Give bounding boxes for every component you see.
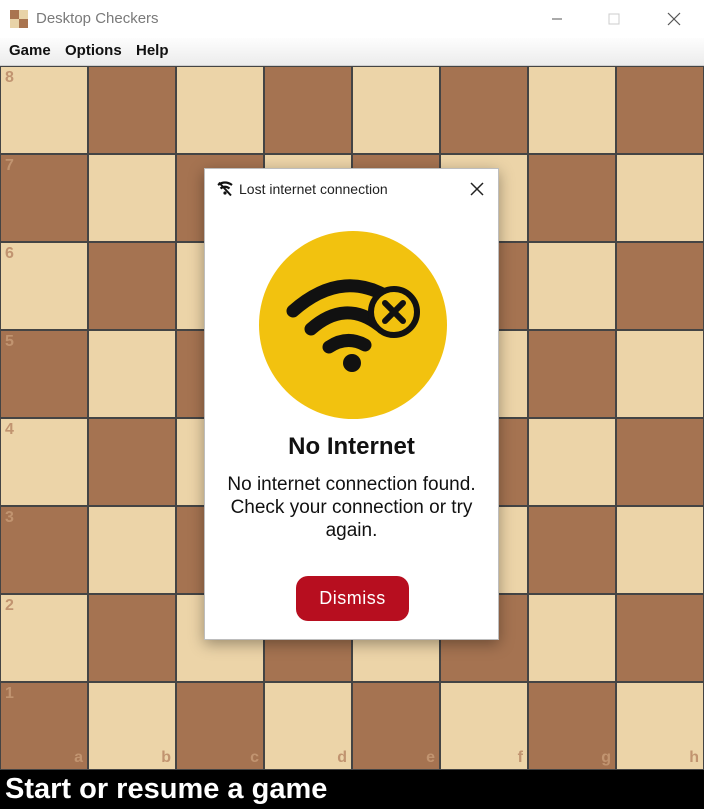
file-label: c — [250, 749, 259, 766]
dismiss-button[interactable]: Dismiss — [296, 576, 409, 621]
board-square[interactable] — [528, 418, 616, 506]
board-square[interactable]: e — [352, 682, 440, 770]
board-square[interactable]: 3 — [0, 506, 88, 594]
board-square[interactable]: f — [440, 682, 528, 770]
minimize-button[interactable] — [534, 0, 580, 38]
board-square[interactable]: 4 — [0, 418, 88, 506]
board-square[interactable] — [528, 506, 616, 594]
file-label: b — [161, 749, 171, 766]
dialog-close-icon[interactable] — [469, 181, 485, 197]
close-icon — [667, 12, 681, 26]
board-square[interactable] — [88, 242, 176, 330]
menu-options[interactable]: Options — [65, 42, 122, 59]
status-bar: Start or resume a game — [0, 770, 704, 809]
wifi-error-icon — [286, 279, 420, 372]
status-text: Start or resume a game — [5, 773, 328, 805]
board-square[interactable]: d — [264, 682, 352, 770]
board-square[interactable] — [616, 418, 704, 506]
file-label: f — [517, 749, 523, 766]
board-square[interactable] — [88, 506, 176, 594]
board-square[interactable] — [616, 594, 704, 682]
file-label: e — [426, 749, 435, 766]
board-square[interactable] — [88, 594, 176, 682]
wifi-off-icon — [217, 181, 233, 197]
board-square[interactable]: 2 — [0, 594, 88, 682]
board-square[interactable]: b — [88, 682, 176, 770]
rank-label: 3 — [5, 509, 14, 526]
file-label: a — [74, 749, 83, 766]
board-square[interactable] — [528, 242, 616, 330]
minimize-icon — [552, 18, 562, 20]
board-square[interactable] — [528, 330, 616, 418]
board-square[interactable] — [528, 594, 616, 682]
board-square[interactable] — [616, 242, 704, 330]
board-square[interactable]: 8 — [0, 66, 88, 154]
board-square[interactable] — [176, 66, 264, 154]
rank-label: 5 — [5, 333, 14, 350]
board-square[interactable] — [616, 506, 704, 594]
rank-label: 6 — [5, 245, 14, 262]
checkerboard-app-icon — [10, 10, 28, 28]
board-square[interactable]: 6 — [0, 242, 88, 330]
board-square[interactable] — [528, 66, 616, 154]
board-square[interactable] — [88, 418, 176, 506]
rank-label: 7 — [5, 157, 14, 174]
menu-bar: Game Options Help — [0, 38, 704, 66]
file-label: d — [337, 749, 347, 766]
board-square[interactable] — [616, 330, 704, 418]
file-label: g — [601, 749, 611, 766]
board-square[interactable] — [616, 66, 704, 154]
window-title: Desktop Checkers — [36, 10, 159, 27]
board-square[interactable]: 7 — [0, 154, 88, 242]
board-square[interactable] — [440, 66, 528, 154]
board-square[interactable] — [528, 154, 616, 242]
board-square[interactable]: h — [616, 682, 704, 770]
maximize-button[interactable] — [591, 0, 637, 38]
dialog-message: No internet connection found. Check your… — [227, 474, 476, 541]
title-bar: Desktop Checkers — [0, 0, 704, 38]
board-square[interactable] — [88, 330, 176, 418]
board-square[interactable] — [88, 66, 176, 154]
no-internet-badge — [259, 231, 447, 419]
board-square[interactable]: 1a — [0, 682, 88, 770]
dialog-heading: No Internet — [288, 433, 415, 460]
board-square[interactable] — [352, 66, 440, 154]
lost-connection-dialog: Lost internet connection No Internet No … — [204, 168, 499, 640]
rank-label: 1 — [5, 685, 14, 702]
board-square[interactable] — [264, 66, 352, 154]
menu-help[interactable]: Help — [136, 42, 169, 59]
maximize-icon — [608, 13, 620, 25]
close-window-button[interactable] — [651, 0, 697, 38]
menu-game[interactable]: Game — [9, 42, 51, 59]
board-square[interactable]: 5 — [0, 330, 88, 418]
board-square[interactable] — [88, 154, 176, 242]
board-square[interactable]: c — [176, 682, 264, 770]
board-square[interactable]: g — [528, 682, 616, 770]
board-square[interactable] — [616, 154, 704, 242]
rank-label: 4 — [5, 421, 14, 438]
rank-label: 8 — [5, 69, 14, 86]
file-label: h — [689, 749, 699, 766]
dialog-title: Lost internet connection — [239, 181, 388, 197]
rank-label: 2 — [5, 597, 14, 614]
